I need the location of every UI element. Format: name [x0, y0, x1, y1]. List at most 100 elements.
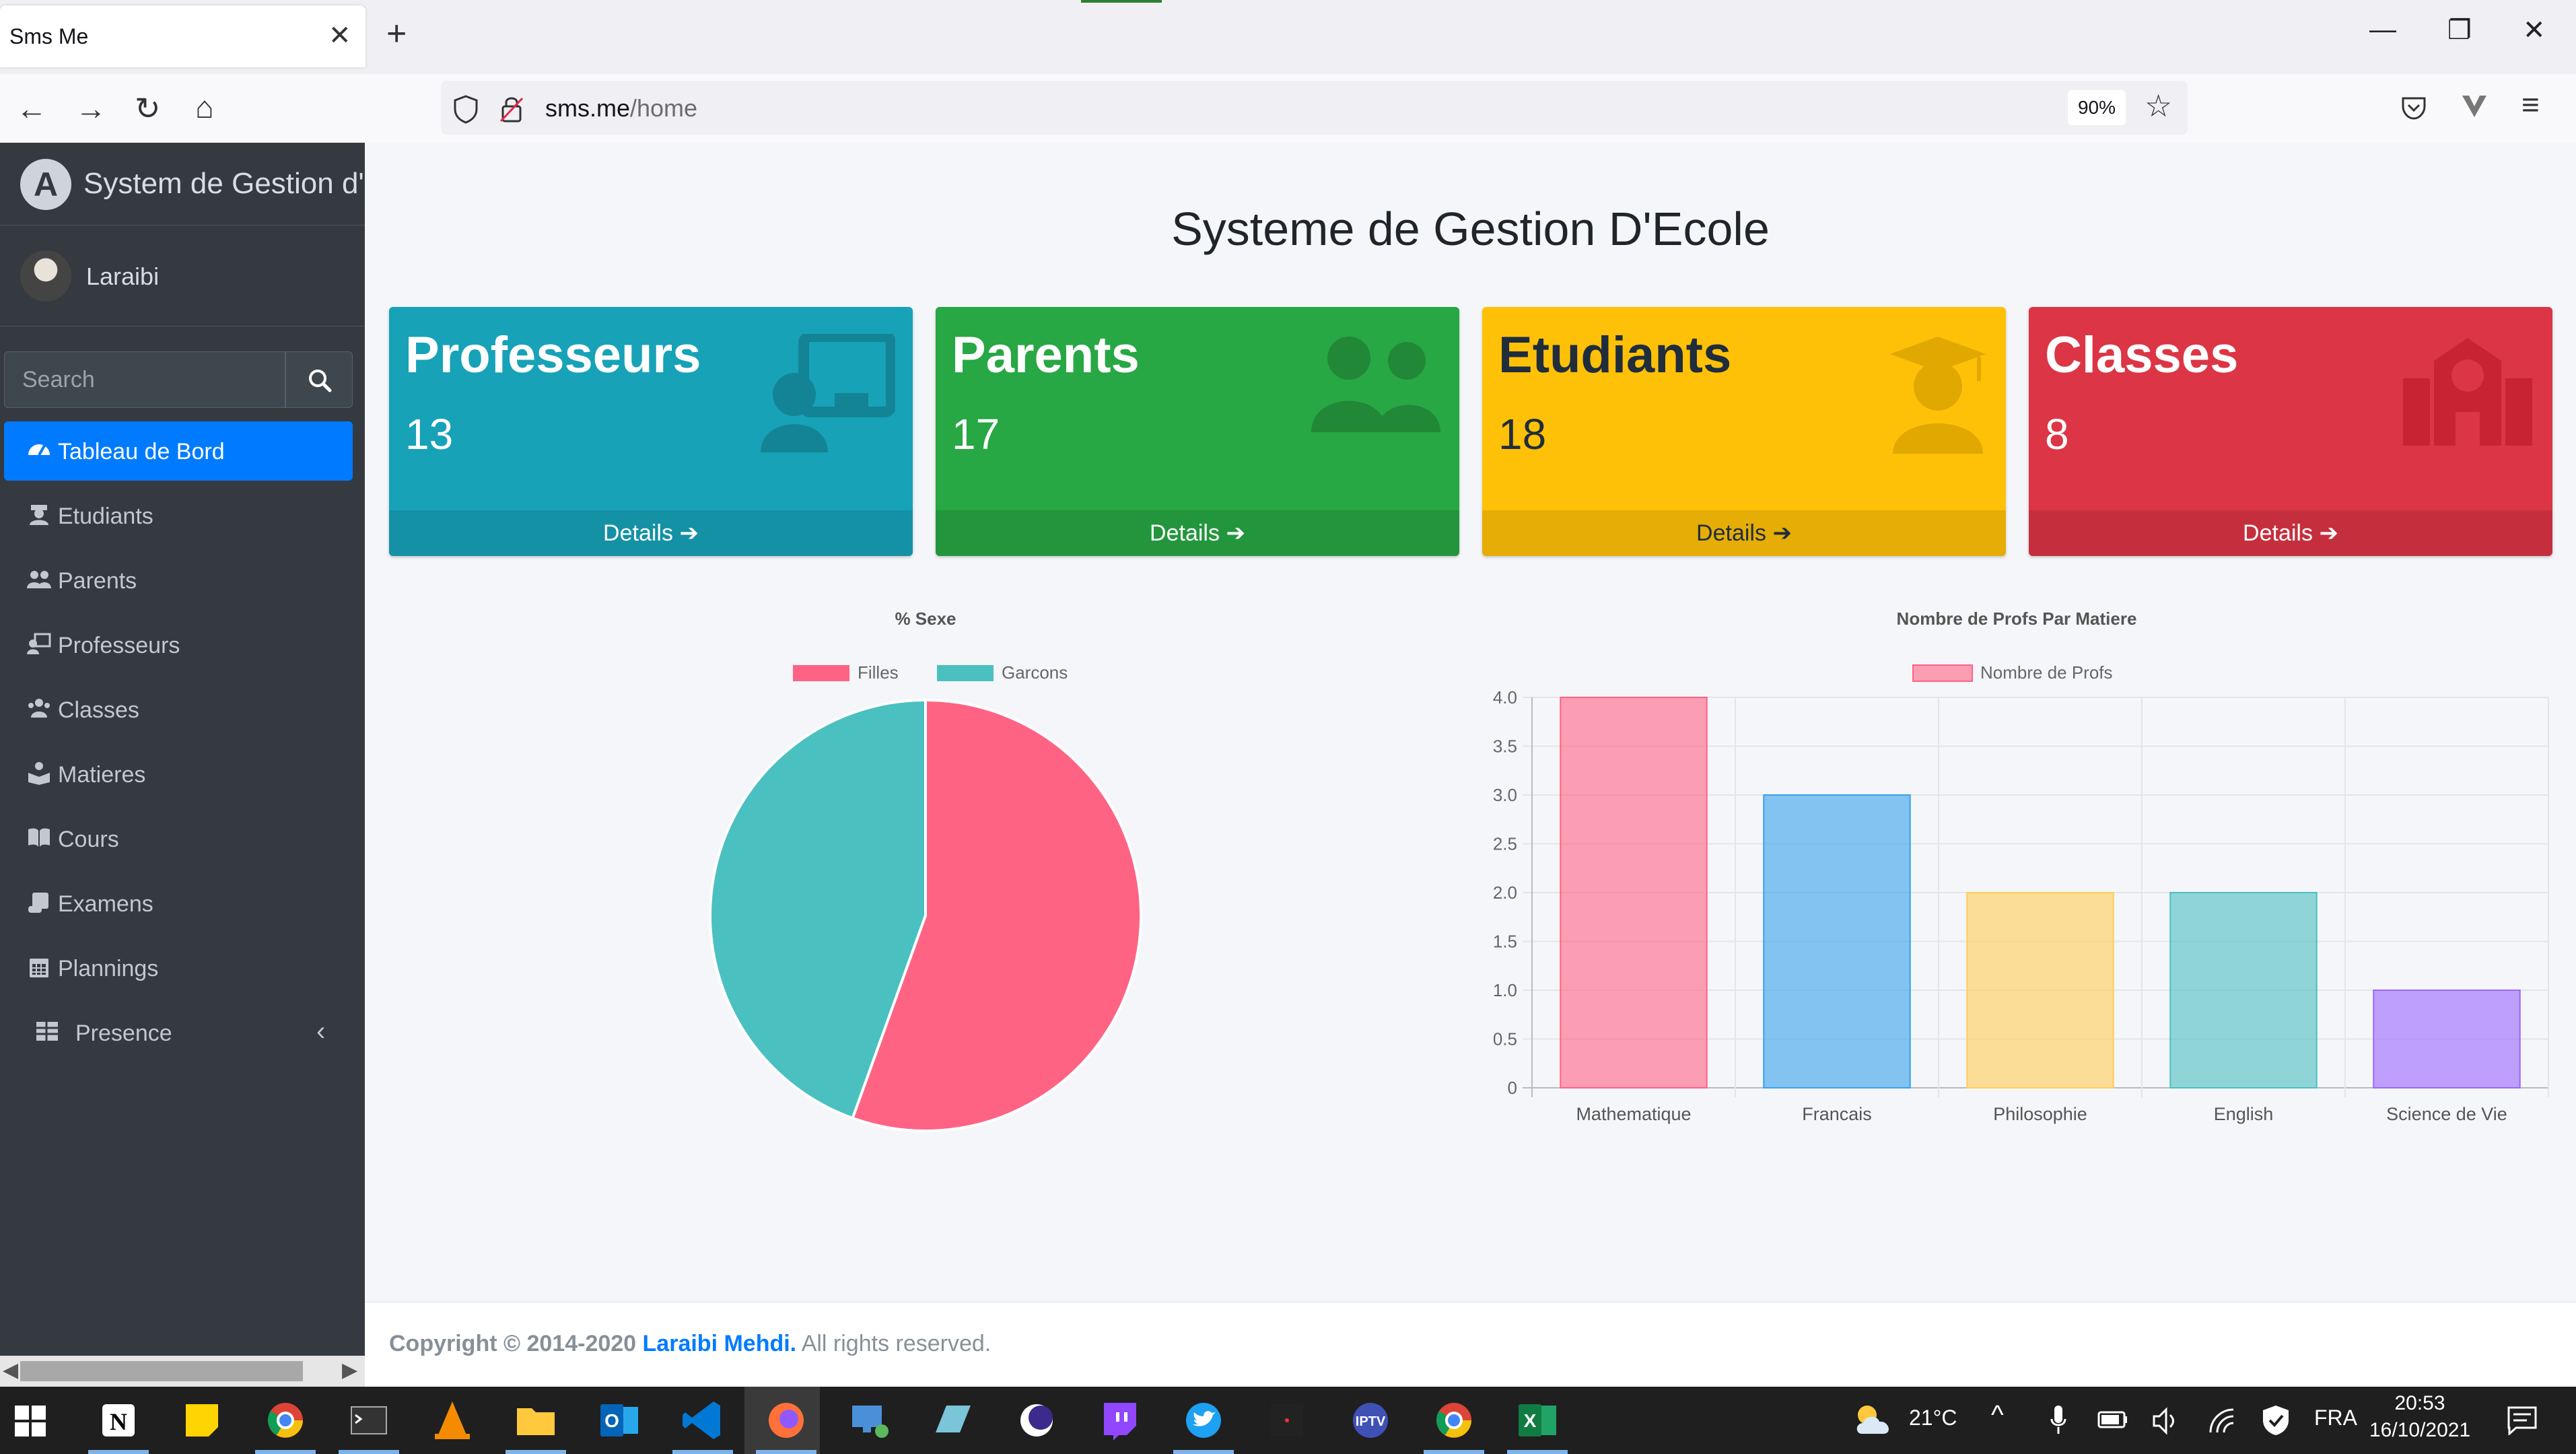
sticky-notes-icon[interactable]: [175, 1393, 229, 1447]
brand-logo-icon: A: [20, 159, 71, 210]
user-panel[interactable]: Laraibi: [0, 225, 365, 326]
clock-date: 16/10/2021: [2369, 1419, 2471, 1441]
close-tab-icon[interactable]: ✕: [328, 20, 351, 51]
sidebar-item-classes[interactable]: Classes: [4, 680, 353, 739]
details-link[interactable]: Details ➔: [1482, 510, 2006, 556]
copyright-suffix: All rights reserved.: [796, 1331, 991, 1356]
bookmark-star-icon[interactable]: ☆: [2145, 88, 2172, 124]
windows-start-icon[interactable]: [15, 1406, 46, 1436]
book-open-icon: [28, 828, 50, 847]
running-indicator: [672, 1450, 733, 1454]
sidebar-item-label: Plannings: [58, 956, 159, 981]
details-link[interactable]: Details ➔: [2029, 510, 2552, 556]
sidebar-item-etudiants[interactable]: Etudiants: [4, 486, 353, 545]
tray-expand-icon[interactable]: ^: [1991, 1400, 2004, 1430]
brand-link[interactable]: A System de Gestion d'école: [0, 143, 365, 226]
new-tab-icon[interactable]: +: [386, 13, 407, 54]
legend-label: Nombre de Profs: [1980, 662, 2113, 683]
home-icon[interactable]: ⌂: [195, 89, 214, 125]
brand-text: System de Gestion d'école: [83, 167, 365, 200]
minimize-icon[interactable]: —: [2369, 15, 2396, 45]
weather-cloud-icon[interactable]: [1852, 1400, 1900, 1438]
search-button[interactable]: [285, 351, 353, 408]
back-icon[interactable]: ←: [16, 90, 47, 127]
zoom-level[interactable]: 90%: [2068, 90, 2126, 125]
vlc-icon[interactable]: [425, 1393, 479, 1447]
microphone-icon[interactable]: [2049, 1404, 2068, 1436]
browser-tab[interactable]: Sms Me ✕: [0, 5, 365, 67]
author-link[interactable]: Laraibi Mehdi.: [643, 1331, 797, 1356]
search-input[interactable]: [4, 351, 285, 408]
iptv-icon[interactable]: IPTV: [1344, 1393, 1397, 1447]
close-window-icon[interactable]: ✕: [2523, 15, 2546, 46]
remote-desktop-icon[interactable]: [843, 1393, 897, 1447]
pie-chart: % Sexe Filles Garcons: [709, 609, 1142, 1132]
running-indicator: [1507, 1450, 1568, 1454]
x-tick-label: Science de Vie: [2386, 1104, 2507, 1124]
restore-icon[interactable]: ❐: [2447, 15, 2472, 46]
address-bar[interactable]: [441, 81, 2188, 135]
file-explorer-icon[interactable]: [509, 1393, 563, 1447]
sidebar-item-parents[interactable]: Parents: [4, 551, 353, 610]
twitch-icon[interactable]: [1093, 1393, 1147, 1447]
insecure-lock-icon[interactable]: [499, 94, 524, 124]
sidebar-item-label: Parents: [58, 568, 137, 594]
defender-shield-icon[interactable]: [2262, 1404, 2290, 1436]
copyright: Copyright © 2014-2020 Laraibi Mehdi. All…: [389, 1331, 991, 1357]
details-label: Details: [2243, 520, 2313, 546]
y-tick-label: 0.5: [1493, 1029, 1517, 1049]
pocket-icon[interactable]: [2400, 94, 2427, 121]
details-label: Details: [1150, 520, 1220, 546]
details-link[interactable]: Details ➔: [936, 510, 1459, 556]
twitter-icon[interactable]: [1177, 1393, 1230, 1447]
notification-center-icon[interactable]: [2507, 1406, 2538, 1435]
forward-icon[interactable]: →: [75, 90, 106, 127]
legend-swatch: [937, 665, 994, 681]
arrow-circle-right-icon: ➔: [2319, 520, 2338, 546]
sidebar-item-professeurs[interactable]: Professeurs: [4, 615, 353, 674]
vscode-icon[interactable]: [676, 1393, 730, 1447]
url-text[interactable]: sms.me/home: [545, 94, 697, 123]
copyright-prefix: Copyright © 2014-2020: [389, 1331, 643, 1356]
sidebar-item-matieres[interactable]: Matieres: [4, 745, 353, 804]
chrome-icon[interactable]: [258, 1393, 312, 1447]
terminal-icon[interactable]: [342, 1393, 396, 1447]
chrome-profile-icon[interactable]: [1427, 1393, 1481, 1447]
clock[interactable]: 20:53 16/10/2021: [2369, 1392, 2470, 1442]
chevron-left-icon: ‹: [316, 1016, 326, 1046]
card-title: Classes: [2045, 326, 2239, 384]
card-classes: Classes 8 Details ➔: [2029, 307, 2552, 556]
details-link[interactable]: Details ➔: [389, 510, 913, 556]
moon-app-icon[interactable]: [1010, 1393, 1064, 1447]
page-title: Systeme de Gestion D'Ecole: [1171, 203, 1770, 255]
scroll-left-icon[interactable]: ◀: [3, 1358, 18, 1382]
url-host: sms.me: [545, 94, 630, 122]
outlook-icon[interactable]: O: [592, 1393, 646, 1447]
sidebar-item-cours[interactable]: Cours: [4, 809, 353, 868]
sidebar-item-plannings[interactable]: Plannings: [4, 938, 353, 998]
search-icon: [309, 370, 332, 392]
sidebar-item-presence[interactable]: Presence ‹: [4, 1003, 353, 1062]
scroll-right-icon[interactable]: ▶: [342, 1358, 357, 1382]
battery-icon[interactable]: [2097, 1410, 2128, 1431]
sidebar-item-examens[interactable]: Examens: [4, 874, 353, 933]
extension-icon[interactable]: [2461, 93, 2488, 120]
volume-icon[interactable]: [2151, 1407, 2180, 1435]
excel-icon[interactable]: X: [1510, 1393, 1564, 1447]
sidebar-item-tableau-de-bord[interactable]: Tableau de Bord: [4, 421, 353, 481]
wifi-icon[interactable]: [2208, 1407, 2236, 1435]
reload-icon[interactable]: ↻: [135, 90, 161, 127]
input-language[interactable]: FRA: [2314, 1406, 2357, 1430]
shield-icon[interactable]: [452, 94, 479, 124]
svg-text:N: N: [110, 1408, 127, 1435]
sidebar-scroll-thumb[interactable]: [20, 1361, 303, 1381]
firefox-icon[interactable]: [759, 1393, 813, 1447]
temperature[interactable]: 21°C: [1909, 1406, 1957, 1430]
x-tick-label: Philosophie: [1993, 1104, 2087, 1124]
app-icon[interactable]: [1260, 1393, 1314, 1447]
edit-app-icon[interactable]: [926, 1393, 980, 1447]
app-menu-icon[interactable]: ≡: [2521, 86, 2540, 123]
notion-app-icon[interactable]: N: [92, 1393, 145, 1447]
table-icon: [36, 1022, 58, 1041]
clock-time: 20:53: [2394, 1392, 2445, 1414]
